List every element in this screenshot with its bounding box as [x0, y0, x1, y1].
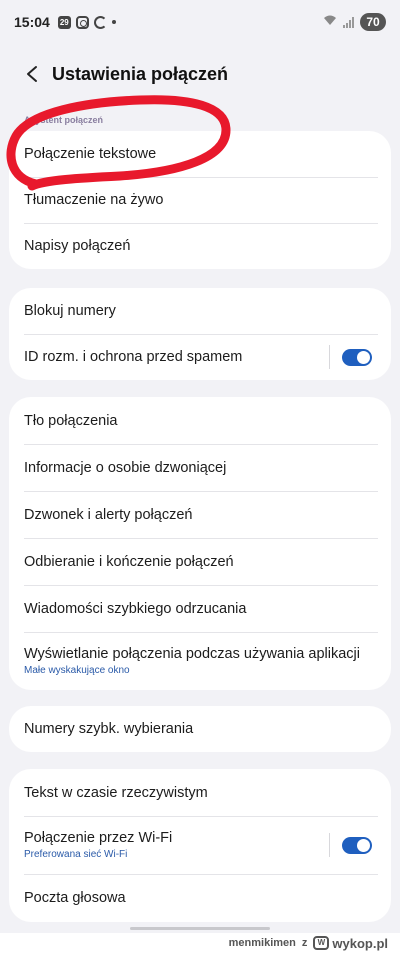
wykop-icon: W: [313, 936, 330, 950]
back-button[interactable]: [12, 56, 52, 92]
item-voicemail[interactable]: Poczta głosowa: [9, 874, 391, 922]
item-label: ID rozm. i ochrona przed spamem: [24, 349, 243, 365]
item-label: Tekst w czasie rzeczywistym: [24, 784, 208, 801]
item-caller-id-spam[interactable]: ID rozm. i ochrona przed spamem: [9, 334, 391, 380]
sync-icon: [93, 15, 107, 29]
item-wifi-calling[interactable]: Połączenie przez Wi-Fi Preferowana sieć …: [9, 816, 391, 874]
card-blocking: Blokuj numery ID rozm. i ochrona przed s…: [9, 288, 391, 380]
item-answer-end[interactable]: Odbieranie i kończenie połączeń: [9, 538, 391, 585]
card-call-assistant: Połączenie tekstowe Tłumaczenie na żywo …: [9, 131, 391, 269]
item-sublabel: Małe wyskakujące okno: [24, 665, 130, 676]
status-bar: 15:04 29 70: [0, 0, 400, 44]
item-live-translate[interactable]: Tłumaczenie na żywo: [9, 177, 391, 223]
card-general: Tło połączenia Informacje o osobie dzwon…: [9, 397, 391, 690]
status-time: 15:04: [14, 14, 50, 30]
item-rtt[interactable]: Tekst w czasie rzeczywistym: [9, 769, 391, 816]
item-label: Wiadomości szybkiego odrzucania: [24, 600, 247, 617]
watermark-connector: z: [301, 937, 308, 949]
item-call-captions[interactable]: Napisy połączeń: [9, 223, 391, 269]
calendar-icon: 29: [57, 15, 71, 29]
item-label: Poczta głosowa: [24, 890, 126, 906]
wifi-icon: [323, 15, 337, 29]
item-block-numbers[interactable]: Blokuj numery: [9, 288, 391, 334]
item-text-call[interactable]: Połączenie tekstowe: [9, 131, 391, 177]
back-arrow-icon: [27, 66, 37, 82]
divider: [329, 833, 330, 857]
app-bar: Ustawienia połączeń: [0, 56, 400, 92]
watermark-site: wykop.pl: [332, 935, 388, 951]
item-label: Połączenie tekstowe: [24, 146, 157, 162]
wifi-calling-toggle[interactable]: [342, 836, 372, 854]
system-icons: 70: [323, 13, 386, 31]
item-sublabel: Preferowana sieć Wi-Fi: [24, 849, 128, 860]
more-notifications-icon: [111, 20, 116, 24]
card-other: Tekst w czasie rzeczywistym Połączenie p…: [9, 769, 391, 922]
item-label: Odbieranie i kończenie połączeń: [24, 553, 234, 570]
item-caller-info[interactable]: Informacje o osobie dzwoniącej: [9, 444, 391, 491]
notification-icons: 29: [57, 15, 116, 29]
wykop-logo: W wykop.pl: [313, 936, 388, 951]
watermark-bar: menmikimen z W wykop.pl: [0, 933, 400, 953]
item-label: Tłumaczenie na żywo: [24, 192, 164, 208]
item-label: Połączenie przez Wi-Fi: [24, 830, 173, 846]
item-label: Dzwonek i alerty połączeń: [24, 506, 193, 523]
item-speed-dial[interactable]: Numery szybk. wybierania: [9, 706, 391, 752]
item-call-background[interactable]: Tło połączenia: [9, 397, 391, 444]
item-label: Wyświetlanie połączenia podczas używania…: [24, 646, 360, 662]
spam-protection-toggle[interactable]: [342, 348, 372, 366]
item-label: Blokuj numery: [24, 303, 116, 319]
signal-icon: [343, 16, 354, 28]
item-quick-decline[interactable]: Wiadomości szybkiego odrzucania: [9, 585, 391, 632]
item-label: Informacje o osobie dzwoniącej: [24, 459, 227, 476]
section-label-asystent: Asystent połączeń: [24, 115, 104, 125]
item-label: Tło połączenia: [24, 412, 118, 429]
item-call-display[interactable]: Wyświetlanie połączenia podczas używania…: [9, 632, 391, 690]
item-ringtone-alerts[interactable]: Dzwonek i alerty połączeń: [9, 491, 391, 538]
item-label: Napisy połączeń: [24, 238, 131, 254]
instagram-icon: [75, 15, 89, 29]
card-speed-dial: Numery szybk. wybierania: [9, 706, 391, 752]
watermark-user: menmikimen: [228, 937, 296, 949]
home-indicator[interactable]: [130, 927, 270, 930]
divider: [329, 345, 330, 369]
item-label: Numery szybk. wybierania: [24, 721, 194, 737]
battery-indicator: 70: [360, 13, 386, 31]
page-title: Ustawienia połączeń: [52, 63, 229, 84]
